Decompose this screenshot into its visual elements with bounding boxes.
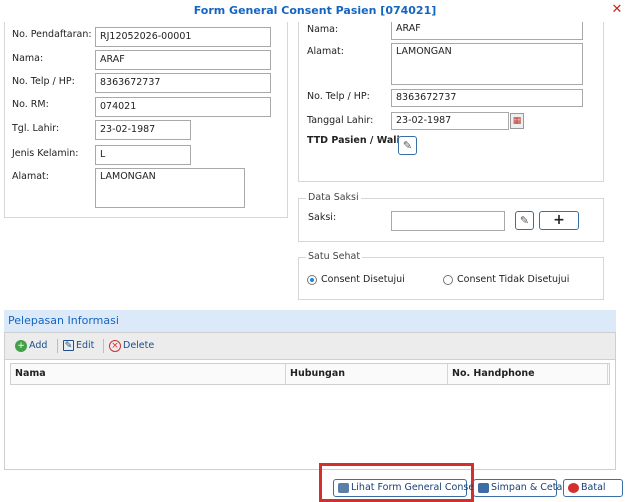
- telp-field[interactable]: 8363672737: [95, 73, 271, 93]
- col-nama[interactable]: Nama: [11, 364, 286, 384]
- tgl-lahir-field[interactable]: 23-02-1987: [95, 120, 191, 140]
- toolbar-divider: [57, 339, 58, 353]
- consent-yes-label[interactable]: Consent Disetujui: [321, 274, 405, 285]
- tgl-lahir-label: Tgl. Lahir:: [12, 123, 60, 134]
- cancel-icon: [568, 482, 579, 493]
- delete-icon: ×: [109, 339, 121, 352]
- edit-button[interactable]: ✎ Edit: [63, 339, 94, 355]
- ttd-label: TTD Pasien / Wali :: [307, 135, 407, 146]
- grid-toolbar: + Add ✎ Edit × Delete: [5, 333, 615, 360]
- print-preview-icon: [338, 482, 349, 493]
- wali-nama-label: Nama:: [307, 24, 339, 35]
- consent-no-label[interactable]: Consent Tidak Disetujui: [457, 274, 569, 285]
- add-button[interactable]: + Add: [15, 339, 47, 355]
- saksi-label: Saksi:: [308, 212, 337, 223]
- delete-button[interactable]: × Delete: [109, 339, 154, 355]
- toolbar-divider: [103, 339, 104, 353]
- lihat-form-button[interactable]: Lihat Form General Consent: [333, 479, 484, 497]
- pelepasan-grid: + Add ✎ Edit × Delete Nama Hubungan No. Han…: [4, 332, 616, 470]
- wali-telp-field[interactable]: 8363672737: [391, 89, 583, 107]
- jenis-kelamin-field[interactable]: L: [95, 145, 191, 165]
- wali-alamat-label: Alamat:: [307, 46, 344, 57]
- no-pendaftaran-label: No. Pendaftaran:: [12, 29, 92, 40]
- pen-icon: ✎: [402, 139, 413, 152]
- col-handphone[interactable]: No. Handphone: [448, 364, 608, 384]
- wali-telp-label: No. Telp / HP:: [307, 91, 370, 102]
- wali-tanggal-field[interactable]: 23-02-1987: [391, 112, 509, 130]
- add-icon: +: [15, 339, 27, 352]
- saksi-legend: Data Saksi: [306, 192, 361, 203]
- wali-nama-field[interactable]: ARAF: [391, 22, 583, 40]
- satu-sehat-legend: Satu Sehat: [306, 251, 363, 262]
- edit-icon: ✎: [63, 340, 74, 351]
- add-saksi-button[interactable]: +: [539, 211, 579, 230]
- saksi-signature-button[interactable]: ✎: [515, 211, 534, 230]
- wali-tanggal-label: Tanggal Lahir:: [307, 115, 374, 126]
- save-icon: [478, 482, 489, 493]
- telp-label: No. Telp / HP:: [12, 76, 75, 87]
- wali-alamat-field[interactable]: LAMONGAN: [391, 43, 583, 85]
- simpan-cetak-button[interactable]: Simpan & Cetak: [473, 479, 568, 497]
- no-pendaftaran-field[interactable]: RJ12052026-00001: [95, 27, 271, 47]
- alamat-field[interactable]: LAMONGAN: [95, 168, 245, 208]
- consent-yes-radio[interactable]: [307, 275, 317, 285]
- ttd-signature-button[interactable]: ✎: [398, 136, 417, 155]
- alamat-label: Alamat:: [12, 171, 49, 182]
- close-icon[interactable]: ✕: [610, 2, 624, 18]
- batal-button[interactable]: Batal: [563, 479, 623, 497]
- jenis-kelamin-label: Jenis Kelamin:: [12, 148, 79, 159]
- col-hubungan[interactable]: Hubungan: [286, 364, 448, 384]
- pelepasan-title: Pelepasan Informasi: [4, 310, 616, 332]
- calendar-icon[interactable]: ▦: [510, 113, 524, 129]
- window-title: Form General Consent Pasien [074021]: [193, 4, 437, 17]
- rm-label: No. RM:: [12, 99, 49, 110]
- pen-icon: ✎: [519, 214, 530, 227]
- nama-label: Nama:: [12, 53, 44, 64]
- nama-field[interactable]: ARAF: [95, 50, 271, 70]
- saksi-field[interactable]: [391, 211, 505, 231]
- rm-field[interactable]: 074021: [95, 97, 271, 117]
- grid-header: Nama Hubungan No. Handphone: [10, 363, 610, 385]
- consent-no-radio[interactable]: [443, 275, 453, 285]
